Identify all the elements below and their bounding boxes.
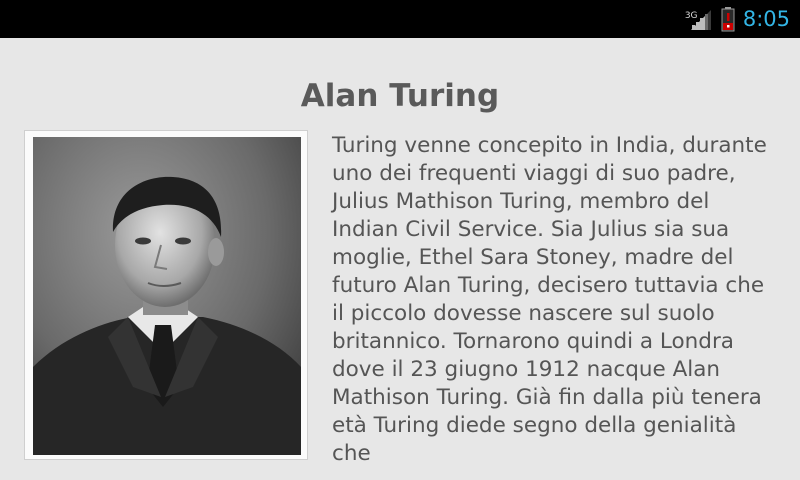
portrait-image — [33, 137, 301, 455]
article-title: Alan Turing — [300, 78, 500, 114]
status-bar: 3G 8:05 — [0, 0, 800, 38]
status-icons: 3G 8:05 — [684, 0, 790, 38]
article-view[interactable]: Alan Turing Turing venne concepito in In… — [0, 38, 800, 480]
network-type-label: 3G — [684, 11, 698, 21]
portrait-photo — [24, 130, 308, 460]
article-body: Turing venne concepito in India, durante… — [332, 133, 767, 466]
clock: 8:05 — [742, 7, 790, 31]
battery-alert-icon — [721, 7, 735, 32]
signal-indicator: 3G — [684, 6, 713, 32]
